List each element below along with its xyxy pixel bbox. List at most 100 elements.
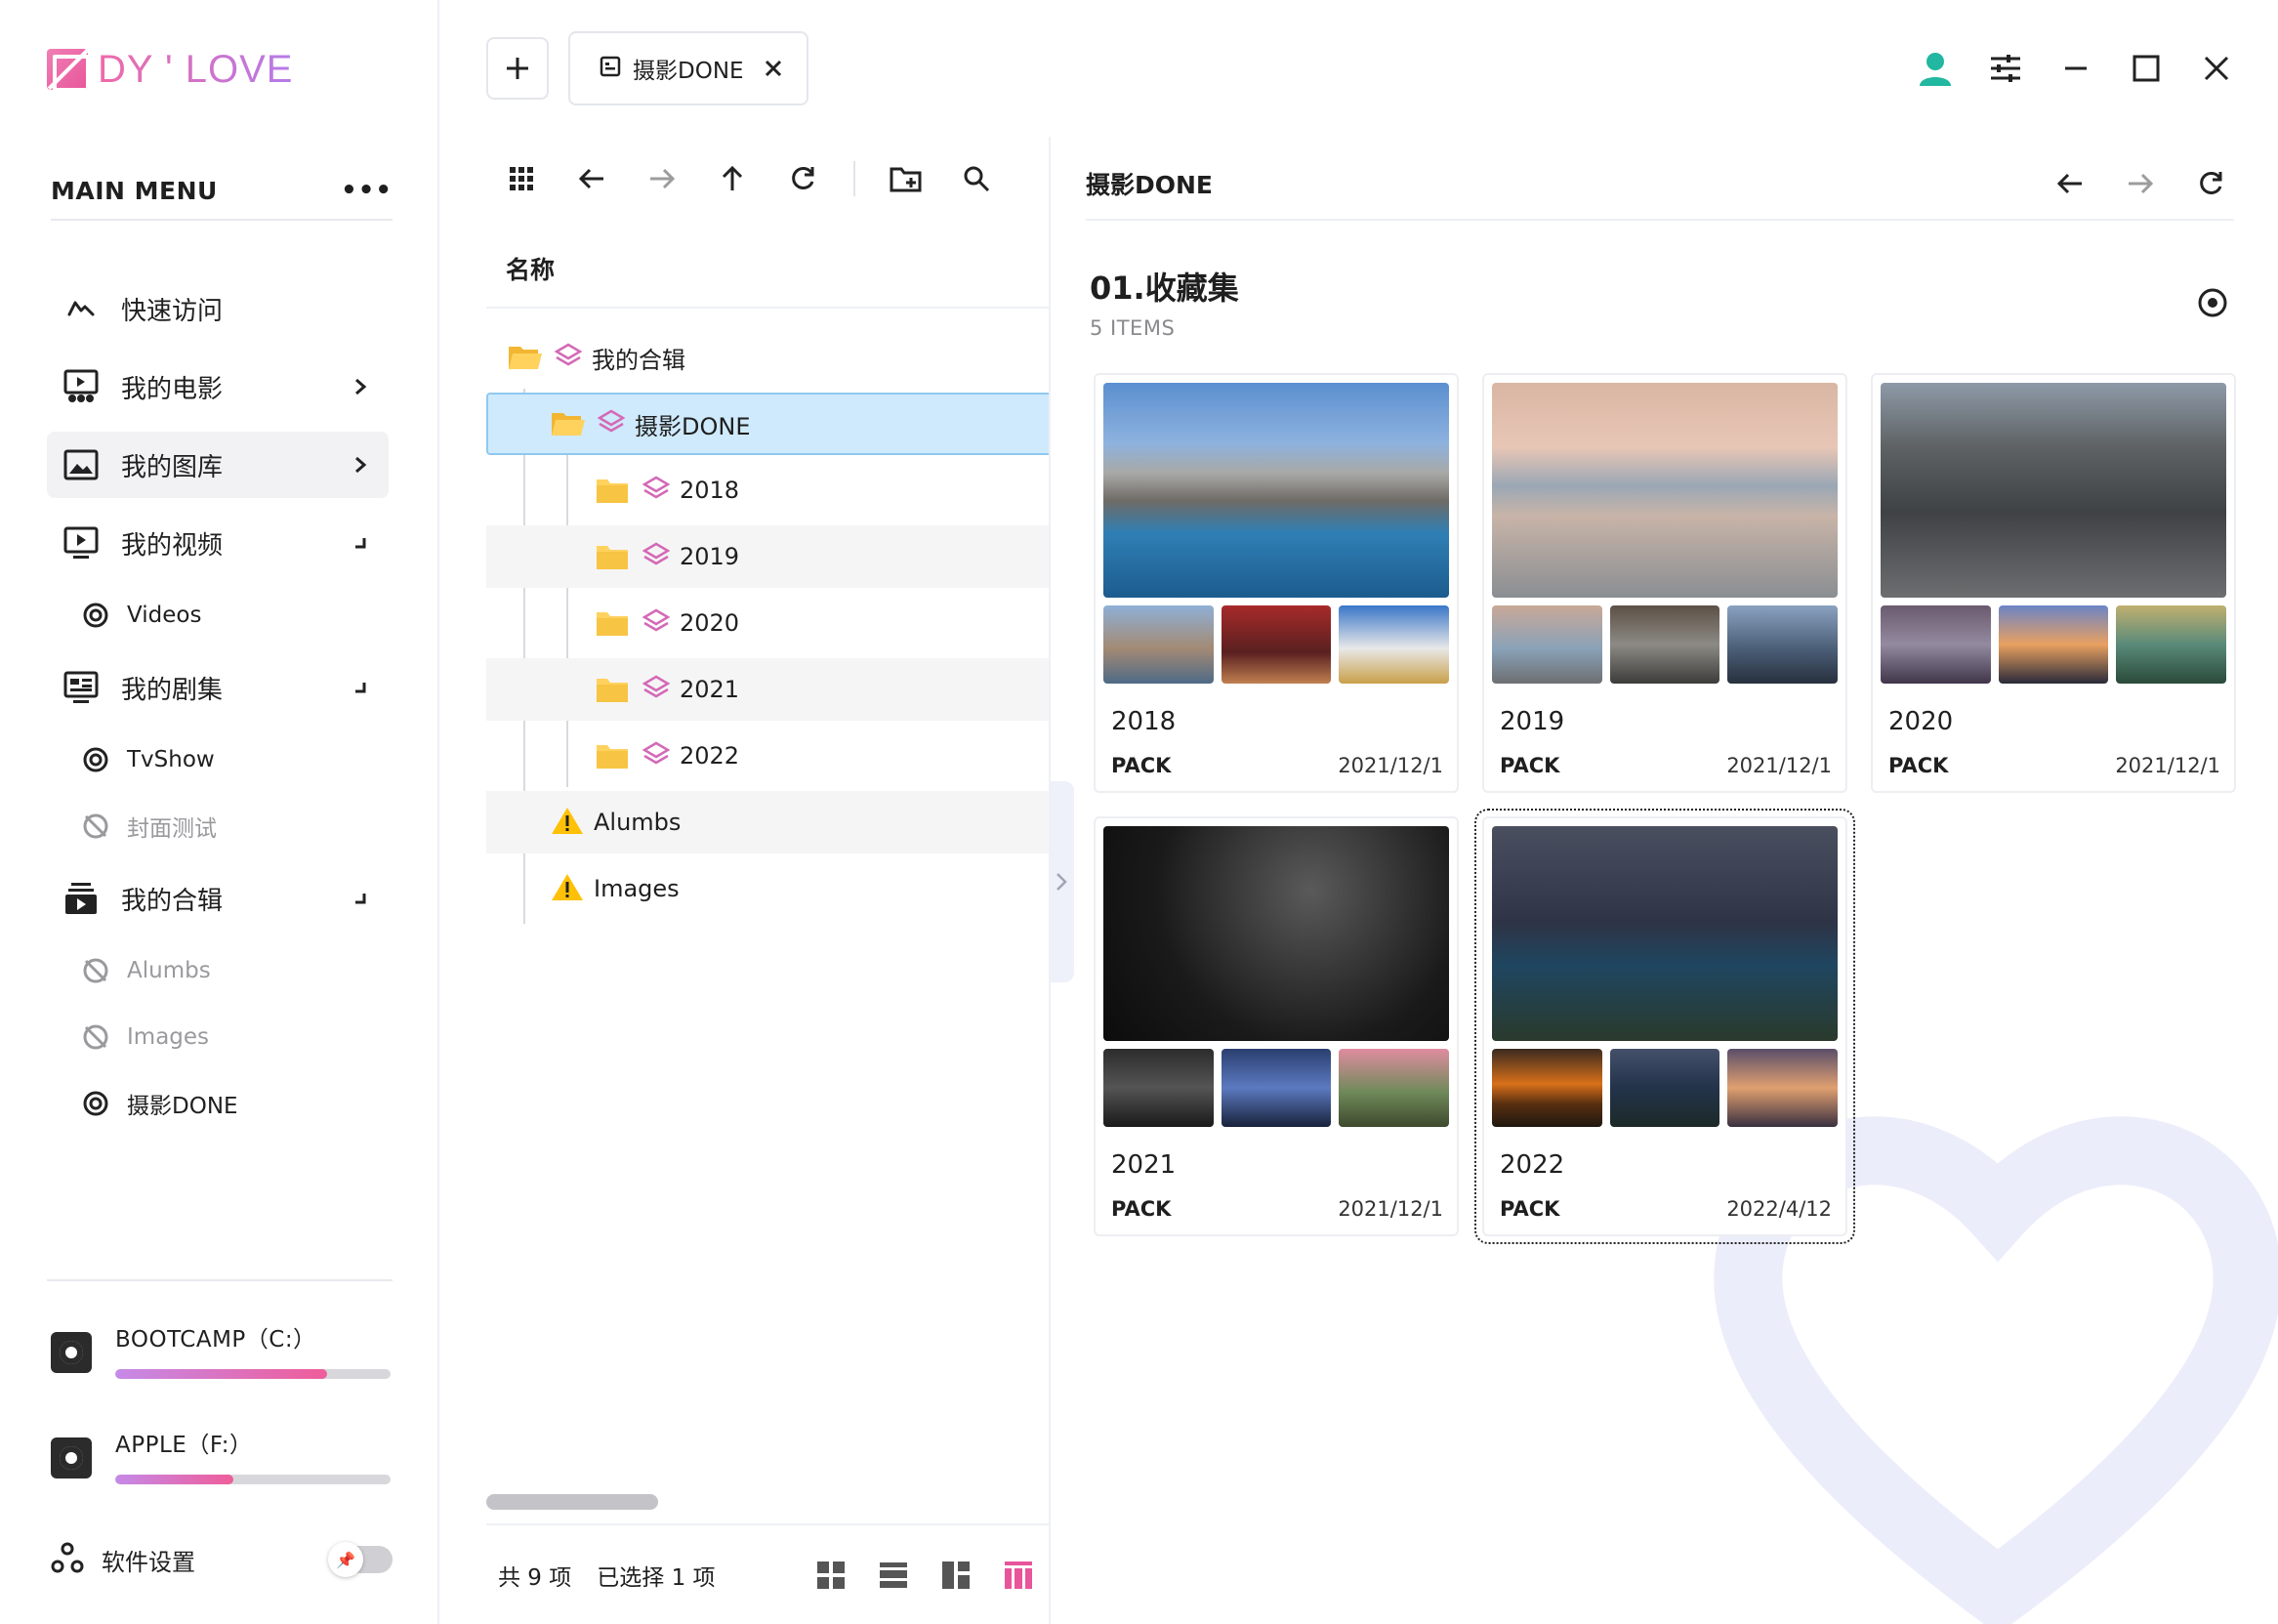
close-icon[interactable] — [754, 49, 793, 88]
main-menu-title: MAIN MENU — [51, 176, 218, 205]
collection-layers-icon — [642, 541, 671, 572]
subitem-photography-done[interactable]: 摄影DONE — [80, 1076, 238, 1131]
tree-row[interactable]: Alumbs — [486, 791, 1049, 854]
close-window-icon[interactable] — [2193, 45, 2240, 92]
cover-image — [1492, 383, 1838, 598]
forward-arrow-icon[interactable] — [639, 155, 685, 202]
grid-menu-icon[interactable] — [498, 155, 545, 202]
sliders-icon[interactable] — [1982, 45, 2029, 92]
nav-label: 我的电影 — [121, 374, 224, 404]
nav-label: 我的合辑 — [121, 886, 224, 916]
tv-series-icon — [62, 669, 100, 706]
folder-icon — [596, 477, 631, 504]
disk-apple[interactable]: APPLE（F:） — [47, 1426, 393, 1514]
nav-my-gallery[interactable]: 我的图库 — [47, 432, 389, 498]
subitem-alumbs[interactable]: Alumbs — [80, 943, 211, 998]
forward-arrow-icon[interactable] — [2117, 160, 2164, 207]
disk-bootcamp[interactable]: BOOTCAMP（C:） — [47, 1320, 393, 1408]
tree-row[interactable]: 2021 — [486, 658, 1049, 721]
card-kind: PACK — [1888, 754, 1949, 777]
disk-icon — [51, 1332, 92, 1373]
pack-card[interactable]: 2020 PACK 2021/12/1 — [1871, 373, 2236, 793]
column-view-icon[interactable] — [1000, 1557, 1037, 1594]
main-menu-header: MAIN MENU ••• — [51, 162, 393, 221]
video-icon — [62, 524, 100, 562]
thumbnail — [1727, 1049, 1839, 1127]
thumbnail — [1492, 1049, 1602, 1127]
more-horizontal-icon[interactable]: ••• — [341, 176, 393, 205]
new-folder-icon[interactable] — [883, 155, 930, 202]
tree-row-selected[interactable]: 摄影DONE — [486, 393, 1049, 455]
card-name: 2022 — [1500, 1150, 1565, 1180]
nav-my-collections[interactable]: 我的合辑 — [47, 865, 389, 932]
subitem-cover-test[interactable]: 封面测试 — [80, 799, 217, 854]
up-arrow-icon[interactable] — [709, 155, 756, 202]
mosaic-view-icon[interactable] — [937, 1557, 974, 1594]
collapse-corner-icon — [346, 884, 375, 913]
disk-usage-fill — [115, 1475, 234, 1484]
search-icon[interactable] — [953, 155, 1000, 202]
user-avatar-icon[interactable] — [1912, 45, 1959, 92]
nav-my-movies[interactable]: 我的电影 — [47, 354, 389, 420]
tree-row[interactable]: 2022 — [486, 725, 1049, 787]
software-settings[interactable]: 软件设置 📌 — [51, 1535, 393, 1584]
disk-usage-fill — [115, 1369, 328, 1379]
refresh-icon[interactable] — [779, 155, 826, 202]
tab-photography-done[interactable]: 摄影DONE — [568, 31, 808, 105]
minimize-icon[interactable] — [2052, 45, 2099, 92]
item-total: 共 9 项 — [498, 1564, 572, 1591]
nav-my-series[interactable]: 我的剧集 — [47, 654, 389, 721]
thumbnail — [1609, 605, 1720, 684]
tree-row[interactable]: 我的合辑 — [486, 326, 1049, 389]
card-kind: PACK — [1500, 754, 1560, 777]
thumbnail — [1221, 1049, 1332, 1127]
maximize-icon[interactable] — [2123, 45, 2170, 92]
tree-row[interactable]: 2020 — [486, 592, 1049, 654]
settings-nodes-icon — [51, 1541, 84, 1578]
horizontal-scrollbar[interactable] — [486, 1494, 658, 1510]
pack-card[interactable]: 2018 PACK 2021/12/1 — [1094, 373, 1459, 793]
refresh-icon[interactable] — [2187, 160, 2234, 207]
pack-card[interactable]: 2021 PACK 2021/12/1 — [1094, 816, 1459, 1236]
tree-row[interactable]: 2019 — [486, 525, 1049, 588]
settings-toggle[interactable]: 📌 — [328, 1542, 393, 1577]
back-arrow-icon[interactable] — [568, 155, 615, 202]
card-name: 2018 — [1111, 707, 1177, 736]
thumbnail — [1221, 605, 1332, 684]
back-arrow-icon[interactable] — [2047, 160, 2093, 207]
thumbnail-strip — [1881, 605, 2227, 684]
subitem-images[interactable]: Images — [80, 1010, 209, 1064]
thumbnail — [1609, 1049, 1720, 1127]
radio-on-icon — [80, 744, 111, 775]
thumbnail-strip — [1492, 605, 1839, 684]
pack-card-focused[interactable]: 2022 PACK 2022/4/12 — [1474, 809, 1855, 1244]
disabled-icon — [80, 955, 111, 986]
folder-icon — [596, 609, 631, 637]
target-icon[interactable] — [2197, 287, 2228, 318]
tree-row[interactable]: 2018 — [486, 459, 1049, 521]
folder-icon — [596, 742, 631, 770]
pin-icon: 📌 — [328, 1542, 363, 1577]
new-tab-button[interactable] — [486, 37, 549, 100]
pack-card[interactable]: 2019 PACK 2021/12/1 — [1482, 373, 1847, 793]
grid-view-icon[interactable] — [812, 1557, 849, 1594]
disk-name: BOOTCAMP（C:） — [115, 1327, 316, 1353]
folder-open-icon — [508, 344, 543, 371]
nav-quick-access[interactable]: 快速访问 — [47, 275, 389, 342]
chevron-right-icon — [346, 450, 375, 479]
tree-row[interactable]: Images — [486, 857, 1049, 920]
thumbnail — [1727, 605, 1839, 684]
nav-label: 快速访问 — [121, 296, 224, 326]
tab-doc-icon — [600, 56, 621, 81]
subitem-videos[interactable]: Videos — [80, 588, 201, 643]
tab-label: 摄影DONE — [633, 59, 744, 84]
thumbnail — [2116, 605, 2227, 684]
list-view-icon[interactable] — [875, 1557, 912, 1594]
divider — [47, 1279, 393, 1281]
subitem-tvshow[interactable]: TvShow — [80, 732, 215, 787]
tree-column-header[interactable]: 名称 — [486, 230, 1049, 309]
card-date: 2021/12/1 — [1338, 754, 1443, 777]
nav-label: 我的剧集 — [121, 675, 224, 705]
nav-my-videos[interactable]: 我的视频 — [47, 510, 389, 576]
section-count: 5 ITEMS — [1090, 316, 1176, 340]
